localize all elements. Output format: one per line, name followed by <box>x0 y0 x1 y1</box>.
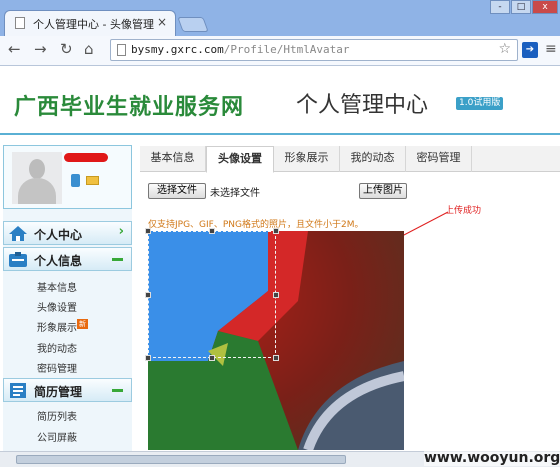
scrollbar-thumb[interactable] <box>16 455 346 464</box>
page-icon <box>117 44 126 56</box>
menu-label: 个人中心 <box>34 228 83 242</box>
menu-resume-management[interactable]: 简历管理 <box>3 378 132 402</box>
sidebar: 个人中心 › 个人信息 基本信息 头像设置 形象展示新 我的动态 密码管理 简历… <box>3 145 132 457</box>
sidebar-item-avatar-settings[interactable]: 头像设置 <box>37 299 77 314</box>
crop-handle[interactable] <box>209 355 215 361</box>
sidebar-item-basic-info[interactable]: 基本信息 <box>37 279 77 294</box>
window-close-button[interactable]: x <box>532 0 558 14</box>
sidebar-item-resume-list[interactable]: 简历列表 <box>37 408 77 423</box>
version-badge: 1.0试用版 <box>456 97 504 110</box>
avatar[interactable] <box>12 152 62 204</box>
home-button-icon[interactable]: ⌂ <box>84 40 94 58</box>
watermark: www.wooyun.org <box>424 450 560 466</box>
mail-icon[interactable] <box>86 176 99 185</box>
new-tab-button[interactable] <box>177 17 209 32</box>
close-tab-icon[interactable]: × <box>157 15 167 29</box>
menu-personal-info[interactable]: 个人信息 <box>3 247 132 271</box>
browser-menu-icon[interactable]: ≡ <box>545 41 557 57</box>
crop-handle[interactable] <box>145 228 151 234</box>
forward-arrow-icon[interactable]: → <box>34 40 47 58</box>
window-minimize-button[interactable]: - <box>490 0 510 14</box>
tab-basic-info[interactable]: 基本信息 <box>140 146 206 172</box>
avatar-head <box>29 159 45 179</box>
bookmark-star-icon[interactable]: ☆ <box>498 41 511 57</box>
profile-card <box>3 145 132 209</box>
collapse-minus-icon <box>112 258 123 261</box>
crop-handle[interactable] <box>273 355 279 361</box>
resume-icon <box>10 383 26 398</box>
tab-password[interactable]: 密码管理 <box>406 146 472 172</box>
reload-icon[interactable]: ↻ <box>60 40 73 58</box>
chevron-right-icon: › <box>118 224 124 239</box>
crop-selection-box[interactable] <box>148 231 276 358</box>
crop-handle[interactable] <box>273 228 279 234</box>
sidebar-item-my-activity[interactable]: 我的动态 <box>37 340 77 355</box>
choose-file-button[interactable]: 选择文件 <box>148 183 206 199</box>
url-path: /Profile/HtmlAvatar <box>223 43 350 56</box>
upload-image-button[interactable]: 上传图片 <box>359 183 407 199</box>
menu-label: 简历管理 <box>34 385 83 399</box>
extension-icon[interactable]: ➔ <box>522 42 538 58</box>
sidebar-item-password[interactable]: 密码管理 <box>37 360 77 375</box>
address-bar[interactable]: bysmy.gxrc.com/Profile/HtmlAvatar ☆ <box>110 39 518 61</box>
content-tabbar: 基本信息 头像设置 形象展示 我的动态 密码管理 <box>140 146 560 173</box>
back-arrow-icon[interactable]: ← <box>8 40 21 58</box>
site-header: 广西毕业生就业服务网 个人管理中心 1.0试用版 <box>0 67 560 135</box>
page-favicon-icon <box>15 17 25 29</box>
url-host: bysmy.gxrc.com <box>131 43 224 56</box>
sidebar-item-label: 形象展示 <box>37 323 77 334</box>
annotation-arrow-icon <box>401 211 449 237</box>
collapse-minus-icon <box>112 389 123 392</box>
tab-my-activity[interactable]: 我的动态 <box>340 146 406 172</box>
browser-tab[interactable]: 个人管理中心 - 头像管理 × <box>4 10 176 36</box>
tab-avatar-settings[interactable]: 头像设置 <box>206 146 274 173</box>
crop-handle[interactable] <box>273 292 279 298</box>
crop-handle[interactable] <box>209 228 215 234</box>
sidebar-item-company-block[interactable]: 公司屏蔽 <box>37 429 77 444</box>
crop-handle[interactable] <box>145 355 151 361</box>
url-text[interactable]: bysmy.gxrc.com/Profile/HtmlAvatar <box>131 43 350 56</box>
tab-profile-display[interactable]: 形象展示 <box>274 146 340 172</box>
window-maximize-button[interactable]: □ <box>511 0 531 14</box>
avatar-body <box>18 178 56 204</box>
menu-label: 个人信息 <box>34 254 83 268</box>
id-card-icon <box>9 252 27 267</box>
home-icon <box>9 226 27 241</box>
phone-icon[interactable] <box>71 174 80 187</box>
browser-tab-title: 个人管理中心 - 头像管理 <box>33 18 154 31</box>
upload-hint: 仅支持JPG、GIF、PNG格式的照片，且文件小于2M。 <box>148 220 364 230</box>
crop-handle[interactable] <box>145 292 151 298</box>
new-badge: 新 <box>77 319 88 329</box>
browser-tabstrip: 个人管理中心 - 头像管理 × - □ x <box>0 0 560 36</box>
file-status: 未选择文件 <box>210 188 260 199</box>
menu-personal-center[interactable]: 个人中心 › <box>3 221 132 245</box>
page-title: 个人管理中心 <box>296 93 429 118</box>
user-name-redacted <box>64 153 108 162</box>
sidebar-item-profile-display[interactable]: 形象展示新 <box>37 319 88 334</box>
site-name[interactable]: 广西毕业生就业服务网 <box>14 89 244 121</box>
browser-toolbar: ← → ↻ ⌂ bysmy.gxrc.com/Profile/HtmlAvata… <box>0 36 560 66</box>
